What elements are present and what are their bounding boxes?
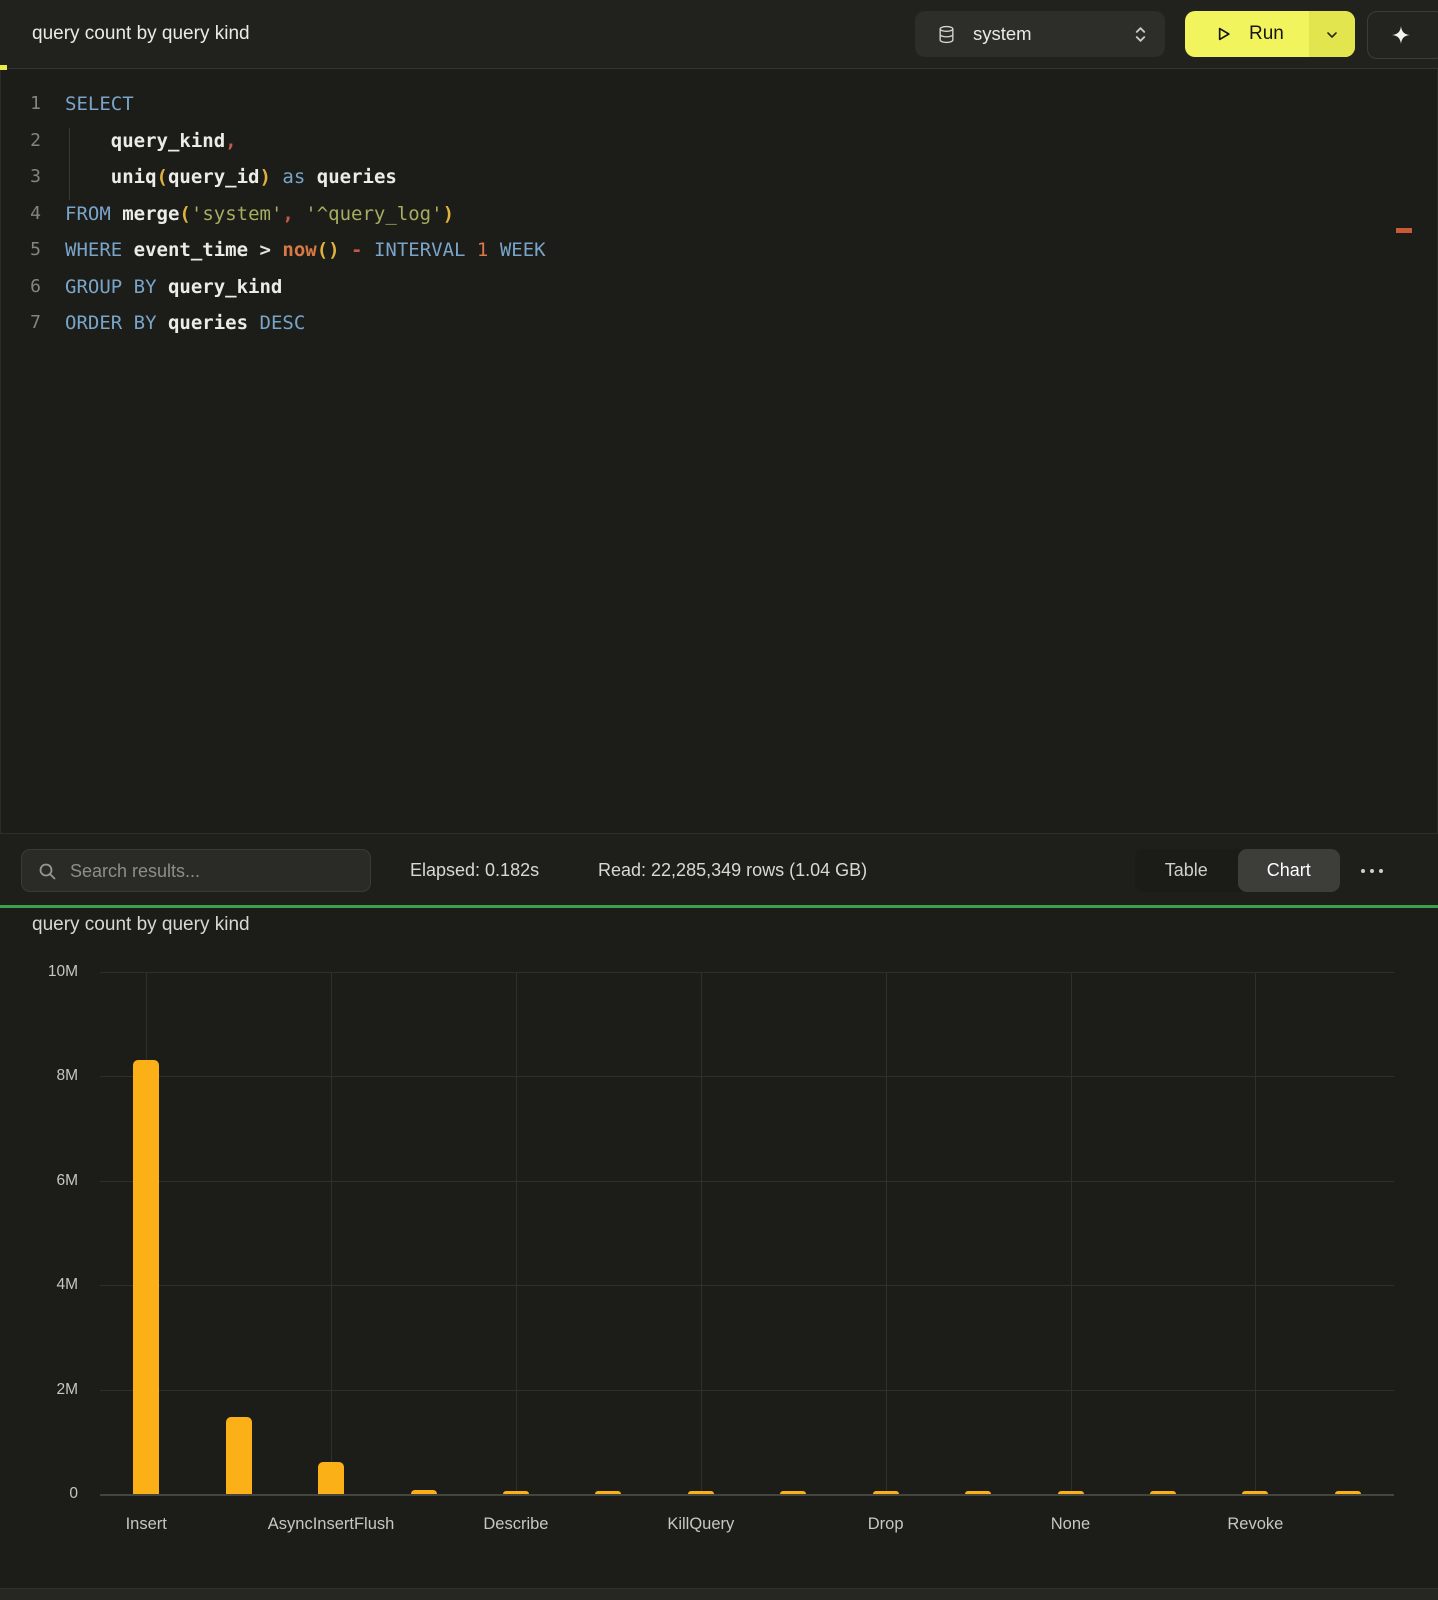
code-line: 3 uniq(query_id) as queries — [1, 159, 1437, 196]
database-selector[interactable]: system — [915, 11, 1165, 57]
page-title: query count by query kind — [32, 0, 250, 68]
code-line: 6GROUP BY query_kind — [1, 269, 1437, 306]
search-results-input[interactable] — [68, 850, 362, 893]
bar-col12[interactable] — [1150, 1491, 1176, 1494]
code-line: 5WHERE event_time > now() - INTERVAL 1 W… — [1, 232, 1437, 269]
search-icon — [38, 862, 57, 881]
code-line: 7ORDER BY queries DESC — [1, 305, 1437, 342]
bar-Describe[interactable] — [503, 1491, 529, 1494]
gutter-accent-marker — [0, 65, 7, 70]
bottom-scrollbar-track[interactable] — [0, 1588, 1438, 1600]
x-gridline — [331, 972, 332, 1494]
bar-Revoke[interactable] — [1242, 1491, 1268, 1494]
code-line: 2 query_kind, — [1, 123, 1437, 160]
chevron-down-icon — [1324, 27, 1340, 43]
y-gridline — [100, 1494, 1394, 1496]
line-number: 7 — [1, 305, 41, 342]
y-tick-label: 4M — [0, 1275, 78, 1295]
line-number: 5 — [1, 232, 41, 269]
read-stat: Read: 22,285,349 rows (1.04 GB) — [598, 834, 867, 906]
run-button-label: Run — [1249, 11, 1284, 57]
sql-console: query count by query kind system Run — [0, 0, 1438, 1600]
table-view-button[interactable]: Table — [1135, 849, 1238, 892]
ai-assist-button[interactable] — [1367, 11, 1438, 59]
y-gridline — [100, 972, 1394, 973]
bar-None[interactable] — [1058, 1491, 1084, 1494]
x-axis-label: Insert — [56, 1515, 236, 1534]
header: query count by query kind system Run — [0, 0, 1438, 69]
line-number: 2 — [1, 123, 41, 160]
bar-col6[interactable] — [595, 1491, 621, 1494]
y-tick-label: 2M — [0, 1380, 78, 1400]
search-results-box[interactable] — [21, 849, 371, 892]
bar-Insert[interactable] — [133, 1060, 159, 1494]
y-tick-label: 6M — [0, 1171, 78, 1191]
x-axis-label: KillQuery — [611, 1515, 791, 1534]
bar-Drop[interactable] — [873, 1491, 899, 1494]
database-selector-value: system — [973, 11, 1032, 57]
more-options-button[interactable] — [1352, 849, 1392, 892]
bar-AsyncInsertFlush[interactable] — [318, 1462, 344, 1494]
bar-col4[interactable] — [411, 1490, 437, 1494]
ellipsis-icon — [1360, 868, 1384, 874]
y-gridline — [100, 1285, 1394, 1286]
y-tick-label: 0 — [0, 1484, 78, 1504]
sql-editor[interactable]: 1SELECT2 query_kind,3 uniq(query_id) as … — [0, 69, 1438, 833]
database-icon — [937, 25, 956, 44]
y-gridline — [100, 1390, 1394, 1391]
code-lines: 1SELECT2 query_kind,3 uniq(query_id) as … — [1, 86, 1437, 342]
line-number: 3 — [1, 159, 41, 196]
bar-chart[interactable]: 10M 8M 6M 4M 2M 0 Insert AsyncInsertFlush Descri… — [0, 908, 1438, 1588]
run-options-button[interactable] — [1309, 11, 1355, 57]
code-line: 1SELECT — [1, 86, 1437, 123]
x-axis-label: AsyncInsertFlush — [241, 1515, 421, 1534]
y-gridline — [100, 1181, 1394, 1182]
indent-guide — [69, 128, 70, 200]
x-gridline — [886, 972, 887, 1494]
chart-panel: query count by query kind 10M8M6M4M2M0In… — [0, 908, 1438, 1588]
run-button[interactable]: Run — [1185, 11, 1355, 57]
elapsed-stat: Elapsed: 0.182s — [410, 834, 539, 906]
y-gridline — [100, 1076, 1394, 1077]
chart-view-button[interactable]: Chart — [1238, 849, 1341, 892]
bar-col8[interactable] — [780, 1491, 806, 1494]
bar-col14[interactable] — [1335, 1491, 1361, 1494]
updown-chevron-icon — [1132, 25, 1149, 44]
x-gridline — [1071, 972, 1072, 1494]
x-gridline — [701, 972, 702, 1494]
view-toggle: Table Chart — [1135, 849, 1340, 892]
line-number: 4 — [1, 196, 41, 233]
x-axis-label: Drop — [796, 1515, 976, 1534]
line-number: 6 — [1, 269, 41, 306]
x-axis-label: Revoke — [1165, 1515, 1345, 1534]
bar-KillQuery[interactable] — [688, 1491, 714, 1494]
sparkle-icon — [1390, 24, 1412, 46]
line-number: 1 — [1, 86, 41, 123]
x-gridline — [1255, 972, 1256, 1494]
code-line: 4FROM merge('system', '^query_log') — [1, 196, 1437, 233]
bar-col10[interactable] — [965, 1491, 991, 1494]
x-gridline — [516, 972, 517, 1494]
scrollbar-marker — [1396, 228, 1412, 233]
bar-col2[interactable] — [226, 1417, 252, 1494]
results-toolbar: Elapsed: 0.182s Read: 22,285,349 rows (1… — [0, 833, 1438, 906]
x-axis-label: None — [981, 1515, 1161, 1534]
y-tick-label: 10M — [0, 962, 78, 982]
play-icon — [1213, 24, 1233, 44]
x-axis-label: Describe — [426, 1515, 606, 1534]
y-tick-label: 8M — [0, 1066, 78, 1086]
